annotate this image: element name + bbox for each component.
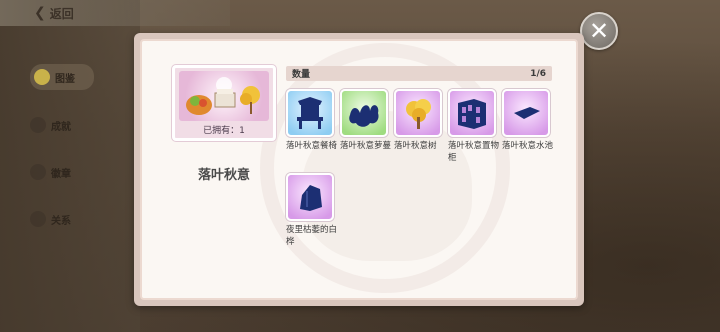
owned-count: 已拥有：1 — [203, 126, 245, 136]
item-name: 夜里枯萎的白桦 — [286, 225, 338, 247]
set-preview-image — [179, 71, 269, 121]
item-card[interactable]: 落叶秋意水池 — [502, 89, 553, 152]
item-name: 落叶秋意置物柜 — [448, 141, 500, 163]
close-icon: ✕ — [588, 17, 610, 45]
pond-icon — [514, 107, 540, 119]
sidebar-item-badges[interactable]: 徽章 — [30, 159, 94, 185]
back-button[interactable]: ❮ 返回 — [34, 3, 74, 23]
item-card[interactable]: 夜里枯萎的白桦 — [286, 173, 337, 248]
set-feature-card[interactable]: 已拥有：1 — [172, 65, 276, 141]
quantity-count: 1/6 — [530, 68, 546, 79]
set-name: 落叶秋意 — [197, 168, 250, 183]
item-tile[interactable] — [394, 89, 442, 137]
sidebar-item-relations[interactable]: 关系 — [30, 206, 94, 232]
item-tile[interactable] — [286, 173, 334, 221]
close-button[interactable]: ✕ — [580, 12, 618, 50]
item-tile[interactable] — [448, 89, 496, 137]
item-name: 落叶秋意餐椅 — [286, 141, 338, 151]
item-tile[interactable] — [502, 89, 550, 137]
sidebar-item-label: 图鉴 — [55, 73, 75, 85]
back-label: 返回 — [49, 6, 74, 21]
item-card[interactable]: 落叶秋意置物柜 — [448, 89, 499, 164]
relation-icon — [30, 211, 46, 227]
item-card[interactable]: 落叶秋意树 — [394, 89, 444, 152]
achievement-icon — [30, 117, 46, 133]
birch-icon — [300, 185, 322, 211]
chair-icon — [297, 97, 323, 129]
sidebar-item-label: 成就 — [51, 121, 71, 133]
tree-icon — [406, 99, 431, 129]
sidebar-item-label: 关系 — [51, 215, 71, 227]
item-name: 落叶秋意萝蔓 — [340, 141, 392, 151]
quantity-header: 数量 1/6 — [286, 66, 552, 81]
item-card[interactable]: 落叶秋意餐椅 — [286, 89, 337, 152]
chevron-left-icon: ❮ — [34, 5, 46, 21]
collection-dialog: 已拥有：1 落叶秋意 数量 1/6 落叶秋意餐椅 落叶秋意萝蔓 落叶秋意树 落叶… — [134, 33, 584, 306]
shelf-icon — [458, 99, 486, 129]
sidebar-item-label: 徽章 — [51, 168, 71, 180]
sidebar-item-collection[interactable]: 图鉴 — [30, 64, 94, 90]
sidebar-item-achievements[interactable]: 成就 — [30, 112, 94, 138]
dialog-body: 已拥有：1 落叶秋意 数量 1/6 落叶秋意餐椅 落叶秋意萝蔓 落叶秋意树 落叶… — [140, 39, 578, 300]
item-name: 落叶秋意水池 — [502, 141, 554, 151]
badge-icon — [30, 164, 46, 180]
item-name: 落叶秋意树 — [394, 141, 437, 151]
vine-icon — [349, 105, 379, 127]
item-card[interactable]: 落叶秋意萝蔓 — [340, 89, 391, 152]
collection-icon — [34, 69, 50, 85]
item-tile[interactable] — [286, 89, 334, 137]
item-tile[interactable] — [340, 89, 388, 137]
quantity-label: 数量 — [292, 70, 311, 80]
